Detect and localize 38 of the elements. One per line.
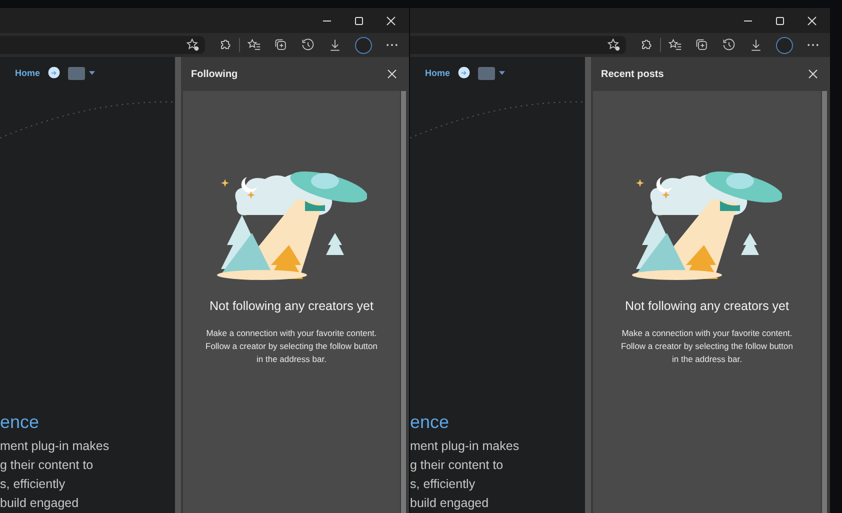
- profile-thumbnail[interactable]: [68, 66, 86, 80]
- empty-state-description: Make a connection with your favorite content. Follow a creator by selecting the follow button in the address bar.: [621, 327, 793, 366]
- star-plus-icon[interactable]: [186, 38, 200, 52]
- page-paragraph: ment plug-in makes g their content to s, efficiently build engaged: [410, 438, 520, 512]
- collections-icon[interactable]: [274, 38, 288, 52]
- caret-icon[interactable]: [499, 71, 506, 75]
- panel-scrollbar[interactable]: [401, 91, 406, 513]
- profile-thumbnail[interactable]: [478, 66, 496, 80]
- close-icon[interactable]: [387, 69, 397, 79]
- download-icon[interactable]: [749, 38, 763, 52]
- page-heading: ence: [410, 411, 450, 433]
- page-paragraph: ment plug-in makes g their content to s, efficiently build engaged: [0, 438, 110, 512]
- favorites-icon[interactable]: [668, 38, 682, 52]
- page-scrollbar[interactable]: [175, 57, 181, 513]
- page-scrollbar[interactable]: [585, 57, 591, 513]
- page-heading: ence: [0, 411, 40, 433]
- collections-icon[interactable]: [695, 38, 709, 52]
- empty-state-title: Not following any creators yet: [210, 299, 374, 313]
- caret-icon[interactable]: [89, 71, 96, 75]
- favorites-icon[interactable]: [247, 38, 261, 52]
- profile-avatar[interactable]: [355, 36, 372, 54]
- download-icon[interactable]: [328, 38, 342, 52]
- chat-bubble-icon[interactable]: [457, 66, 472, 80]
- profile-avatar[interactable]: [776, 36, 793, 54]
- panel-scrollbar[interactable]: [822, 91, 827, 513]
- empty-state-title: Not following any creators yet: [625, 299, 789, 313]
- history-icon[interactable]: [722, 38, 736, 52]
- puzzle-icon[interactable]: [639, 38, 653, 52]
- home-link[interactable]: Home: [15, 68, 40, 78]
- home-link[interactable]: Home: [425, 68, 450, 78]
- history-icon[interactable]: [301, 38, 315, 52]
- puzzle-icon[interactable]: [218, 38, 232, 52]
- chat-bubble-icon[interactable]: [47, 66, 62, 80]
- panel-title: Following: [191, 68, 239, 80]
- close-icon[interactable]: [808, 69, 818, 79]
- star-plus-icon[interactable]: [607, 38, 621, 52]
- empty-state-description: Make a connection with your favorite content. Follow a creator by selecting the follow button in the address bar.: [206, 327, 378, 366]
- panel-title: Recent posts: [601, 68, 665, 80]
